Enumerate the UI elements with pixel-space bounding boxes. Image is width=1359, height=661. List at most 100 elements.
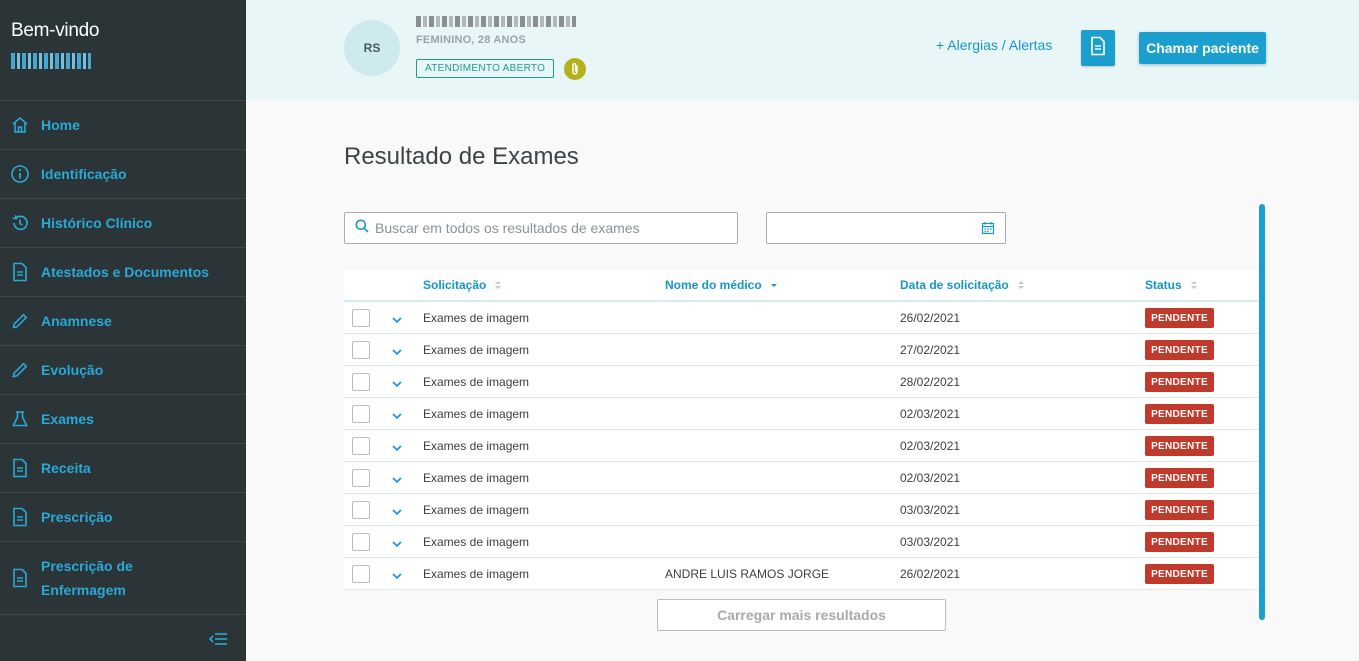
avatar: RS (344, 20, 400, 76)
sidebar-item-prescricao[interactable]: Prescrição (0, 492, 246, 541)
row-checkbox[interactable] (352, 501, 370, 519)
sidebar-item-anamnese[interactable]: Anamnese (0, 296, 246, 345)
column-header-medico[interactable]: Nome do médico (665, 278, 778, 292)
search-input[interactable] (375, 220, 725, 236)
sidebar: Bem-vindo Home Identificação Histórico C… (0, 0, 246, 661)
allergies-alerts-link[interactable]: + Alergias / Alertas (936, 37, 1052, 53)
search-icon (355, 219, 369, 238)
row-checkbox[interactable] (352, 405, 370, 423)
sidebar-item-label: Atestados e Documentos (41, 264, 210, 280)
column-header-solicitacao[interactable]: Solicitação (423, 278, 502, 292)
load-more-button[interactable]: Carregar mais resultados (657, 599, 946, 631)
sidebar-item-label: Evolução (41, 362, 104, 378)
cell-solicitacao: Exames de imagem (423, 439, 530, 453)
pencil-icon (10, 360, 30, 380)
table-row[interactable]: Exames de imagem 28/02/2021 PENDENTE (344, 366, 1258, 398)
cell-data: 03/03/2021 (900, 535, 961, 549)
sidebar-item-historico-clinico[interactable]: Histórico Clínico (0, 198, 246, 247)
history-icon (10, 213, 30, 233)
column-header-data[interactable]: Data de solicitação (900, 278, 1025, 292)
table-row[interactable]: Exames de imagem 03/03/2021 PENDENTE (344, 526, 1258, 558)
table-row[interactable]: Exames de imagem 02/03/2021 PENDENTE (344, 430, 1258, 462)
document-icon (10, 568, 30, 588)
chevron-down-icon[interactable] (391, 440, 403, 452)
table-row[interactable]: Exames de imagem 03/03/2021 PENDENTE (344, 494, 1258, 526)
table-row[interactable]: Exames de imagem 02/03/2021 PENDENTE (344, 398, 1258, 430)
cell-medico: ANDRE LUIS RAMOS JORGE (665, 567, 830, 581)
document-icon (10, 262, 30, 282)
status-badge: PENDENTE (1145, 372, 1214, 392)
sidebar-item-atestados[interactable]: Atestados e Documentos (0, 247, 246, 296)
row-checkbox[interactable] (352, 373, 370, 391)
column-label: Status (1145, 278, 1182, 292)
chevron-down-icon[interactable] (391, 312, 403, 324)
chevron-down-icon[interactable] (391, 504, 403, 516)
chevron-down-icon[interactable] (391, 376, 403, 388)
column-label: Data de solicitação (900, 278, 1009, 292)
row-checkbox[interactable] (352, 309, 370, 327)
date-filter-input[interactable] (766, 212, 1006, 244)
status-badge: PENDENTE (1145, 436, 1214, 456)
sidebar-item-home[interactable]: Home (0, 100, 246, 149)
row-checkbox[interactable] (352, 533, 370, 551)
document-button[interactable] (1081, 30, 1115, 66)
document-icon (10, 507, 30, 527)
cell-solicitacao: Exames de imagem (423, 343, 530, 357)
sidebar-item-label: Exames (41, 411, 94, 427)
chevron-down-icon[interactable] (391, 568, 403, 580)
cell-solicitacao: Exames de imagem (423, 375, 530, 389)
collapse-menu-icon[interactable] (208, 631, 228, 647)
app: Bem-vindo Home Identificação Histórico C… (0, 0, 1359, 661)
sort-icon (494, 279, 502, 291)
sidebar-item-label: Home (41, 117, 80, 133)
status-badge: ATENDIMENTO ABERTO (416, 59, 555, 78)
table-header: Solicitação Nome do médico Data de solic… (344, 270, 1258, 302)
cell-data: 03/03/2021 (900, 503, 961, 517)
sidebar-item-label: Identificação (41, 166, 127, 182)
sort-desc-icon (770, 279, 778, 291)
table-row[interactable]: Exames de imagem 02/03/2021 PENDENTE (344, 462, 1258, 494)
sidebar-nav: Home Identificação Histórico Clínico Ate… (0, 100, 246, 614)
sidebar-item-prescricao-enfermagem[interactable]: Prescrição de Enfermagem (0, 541, 246, 614)
home-icon (10, 115, 30, 135)
call-patient-button[interactable]: Chamar paciente (1139, 32, 1266, 64)
search-field[interactable] (344, 212, 738, 244)
scrollbar[interactable] (1259, 204, 1265, 620)
table-row[interactable]: Exames de imagem 26/02/2021 PENDENTE (344, 302, 1258, 334)
cell-data: 26/02/2021 (900, 567, 961, 581)
cell-data: 26/02/2021 (900, 311, 961, 325)
row-checkbox[interactable] (352, 469, 370, 487)
chevron-down-icon[interactable] (391, 408, 403, 420)
table-row[interactable]: Exames de imagem ANDRE LUIS RAMOS JORGE … (344, 558, 1258, 590)
pencil-icon (10, 311, 30, 331)
sidebar-item-label: Receita (41, 460, 91, 476)
sidebar-item-label: Anamnese (41, 313, 112, 329)
sort-icon (1017, 279, 1025, 291)
welcome-text: Bem-vindo (11, 20, 100, 41)
chevron-down-icon[interactable] (391, 536, 403, 548)
row-checkbox[interactable] (352, 341, 370, 359)
chevron-down-icon[interactable] (391, 344, 403, 356)
document-icon (10, 458, 30, 478)
cell-solicitacao: Exames de imagem (423, 471, 530, 485)
calendar-icon[interactable] (981, 221, 995, 235)
sidebar-item-exames[interactable]: Exames (0, 394, 246, 443)
cell-data: 02/03/2021 (900, 439, 961, 453)
sidebar-item-identificacao[interactable]: Identificação (0, 149, 246, 198)
patient-header: RS FEMININO, 28 ANOS ATENDIMENTO ABERTO … (246, 0, 1359, 100)
sidebar-item-receita[interactable]: Receita (0, 443, 246, 492)
column-header-status[interactable]: Status (1145, 278, 1198, 292)
sidebar-item-evolucao[interactable]: Evolução (0, 345, 246, 394)
flask-icon (10, 409, 30, 429)
status-badge: PENDENTE (1145, 500, 1214, 520)
attachment-icon[interactable] (564, 58, 586, 80)
sidebar-item-label: Prescrição (41, 509, 113, 525)
row-checkbox[interactable] (352, 565, 370, 583)
chevron-down-icon[interactable] (391, 472, 403, 484)
row-checkbox[interactable] (352, 437, 370, 455)
table-row[interactable]: Exames de imagem 27/02/2021 PENDENTE (344, 334, 1258, 366)
cell-data: 02/03/2021 (900, 471, 961, 485)
status-badge: PENDENTE (1145, 340, 1214, 360)
cell-solicitacao: Exames de imagem (423, 407, 530, 421)
status-badge: PENDENTE (1145, 404, 1214, 424)
